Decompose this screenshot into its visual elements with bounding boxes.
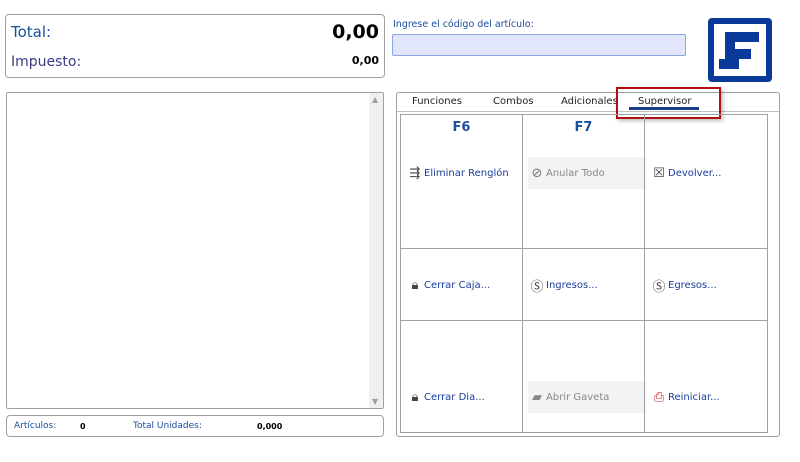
scroll-up-icon[interactable]: ▲: [372, 95, 378, 104]
tab-funciones[interactable]: Funciones: [412, 96, 462, 107]
ingresos-button[interactable]: Ⓢ Ingresos...: [528, 269, 604, 301]
action-cell: ▰ Abrir Gaveta: [522, 320, 646, 433]
tab-adicionales[interactable]: Adicionales: [561, 96, 618, 107]
void-all-icon: ⊘: [531, 165, 543, 181]
eliminar-renglon-button[interactable]: ⇶ Eliminar Renglón: [406, 157, 515, 189]
dollar-icon: Ⓢ: [652, 279, 666, 295]
units-label: Total Unidades:: [133, 421, 202, 431]
articles-value: 0: [80, 422, 86, 431]
scroll-down-icon[interactable]: ▼: [372, 397, 378, 406]
tax-label: Impuesto:: [11, 54, 82, 70]
cerrar-dia-button[interactable]: 🔒︎ Cerrar Dia...: [406, 381, 491, 413]
action-cell: Ⓢ Ingresos...: [522, 248, 645, 321]
anular-todo-button[interactable]: ⊘ Anular Todo: [528, 157, 646, 189]
articles-label: Artículos:: [14, 421, 57, 431]
action-cell: 🔒︎ Cerrar Caja...: [400, 248, 523, 321]
total-value: 0,00: [332, 21, 379, 43]
footer-summary: Artículos: 0 Total Unidades: 0,000: [6, 415, 384, 437]
reiniciar-button[interactable]: ⎙ Reiniciar...: [650, 381, 726, 413]
action-cell: F6 ⇶ Eliminar Renglón: [400, 114, 523, 249]
tab-combos[interactable]: Combos: [493, 96, 534, 107]
printer-reset-icon: ⎙: [653, 389, 665, 405]
abrir-gaveta-button[interactable]: ▰ Abrir Gaveta: [528, 381, 646, 413]
shortcut-f7: F7: [574, 120, 593, 135]
tax-value: 0,00: [351, 54, 379, 67]
egresos-button[interactable]: Ⓢ Egresos...: [650, 269, 723, 301]
action-cell: Ⓢ Egresos...: [644, 248, 768, 321]
lock-icon: 🔒︎: [411, 277, 419, 293]
dollar-icon: Ⓢ: [530, 279, 544, 295]
devolver-button[interactable]: ☒ Devolver...: [650, 157, 727, 189]
scrollbar[interactable]: ▲ ▼: [369, 93, 383, 408]
units-value: 0,000: [257, 422, 283, 431]
cerrar-caja-button[interactable]: 🔒︎ Cerrar Caja...: [406, 269, 496, 301]
logo: [708, 18, 772, 82]
action-cell: 🔒︎ Cerrar Dia...: [400, 320, 523, 433]
total-label: Total:: [11, 23, 52, 41]
shortcut-f6: F6: [452, 120, 471, 135]
delete-row-icon: ⇶: [409, 165, 421, 181]
code-input-label: Ingrese el código del artículo:: [393, 19, 534, 30]
items-list[interactable]: ▲ ▼: [6, 92, 384, 409]
cash-drawer-icon: ▰: [532, 389, 542, 405]
return-icon: ☒: [653, 165, 665, 181]
action-cell: ⎙ Reiniciar...: [644, 320, 768, 433]
action-cell: ☒ Devolver...: [644, 114, 768, 249]
article-code-input[interactable]: [392, 34, 686, 56]
action-cell: F7 ⊘ Anular Todo: [522, 114, 646, 249]
action-grid: F6 ⇶ Eliminar Renglón F7 ⊘ Anular Todo ☒ De…: [400, 114, 769, 434]
totals-panel: Total: 0,00 Impuesto: 0,00: [5, 14, 385, 78]
lock-icon: 🔒︎: [411, 389, 419, 405]
